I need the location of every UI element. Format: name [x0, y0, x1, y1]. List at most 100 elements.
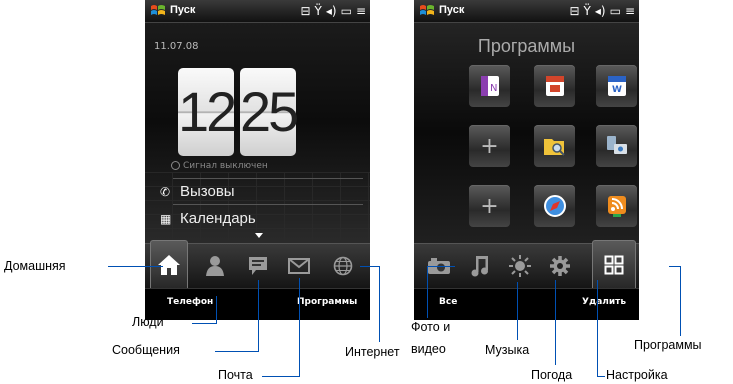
- softkey-programs[interactable]: Программы: [297, 297, 357, 307]
- tab-music[interactable]: [462, 244, 498, 288]
- activesync-tile[interactable]: [596, 125, 637, 167]
- softkey-phone[interactable]: Телефон: [167, 297, 213, 307]
- battery-icon[interactable]: ▭: [341, 3, 352, 19]
- divider: [173, 178, 363, 179]
- volume-icon[interactable]: ◂): [595, 3, 606, 19]
- signal-icon[interactable]: Ÿ: [584, 3, 591, 19]
- onenote-tile[interactable]: N: [469, 65, 510, 107]
- softkey-bar: Все Удалить: [414, 288, 639, 320]
- sync-device-icon: [606, 136, 627, 154]
- softkey-delete[interactable]: Удалить: [582, 297, 626, 307]
- phone-handset-icon: ✆: [160, 185, 171, 199]
- volume-icon[interactable]: ◂): [326, 3, 337, 19]
- word-icon: W: [607, 76, 626, 96]
- powerpoint-tile[interactable]: [534, 65, 575, 107]
- calls-row[interactable]: ✆ Вызовы: [160, 183, 235, 200]
- scroll-down-icon[interactable]: [255, 233, 263, 238]
- callout-line: [108, 266, 163, 267]
- calendar-row[interactable]: ▦ Календарь: [160, 210, 256, 227]
- status-bar: Пуск ⊟ Ÿ ◂) ▭ ≡: [414, 0, 639, 23]
- tab-settings[interactable]: [542, 244, 578, 288]
- folder-search-icon: [543, 139, 565, 156]
- callout-line: [597, 280, 598, 376]
- internet-explorer-tile[interactable]: [534, 185, 575, 227]
- sun-icon: [509, 255, 531, 277]
- compass-icon: [543, 195, 566, 217]
- callout-programs: Программы: [634, 338, 702, 352]
- home-screen: Пуск ⊟ Ÿ ◂) ▭ ≡ 11.07.08 12 25 Сигнал вы…: [145, 0, 370, 320]
- callout-line: [597, 376, 605, 377]
- alarm-status[interactable]: Сигнал выключен: [171, 161, 268, 171]
- callout-line: [215, 351, 259, 352]
- connection-icon[interactable]: ⊟: [300, 3, 310, 19]
- grid-icon: [604, 255, 624, 275]
- rss-feed-icon: [607, 196, 626, 217]
- callout-line: [555, 280, 556, 365]
- home-icon: [158, 255, 180, 275]
- globe-icon: [333, 256, 353, 276]
- clock-hour: 12: [178, 68, 237, 156]
- page-title: Программы: [477, 36, 576, 56]
- plus-icon: +: [480, 133, 499, 159]
- start-menu-label[interactable]: Пуск: [439, 4, 464, 16]
- tab-people[interactable]: [197, 244, 233, 288]
- person-icon: [206, 256, 224, 276]
- plus-icon: +: [480, 193, 499, 219]
- tab-programs[interactable]: [592, 240, 636, 289]
- divider: [173, 204, 363, 205]
- programs-screen: Пуск ⊟ Ÿ ◂) ▭ ≡ Программы N W + + Все Уд…: [414, 0, 639, 320]
- callout-home: Домашняя: [4, 259, 66, 273]
- tab-home[interactable]: [150, 240, 188, 289]
- rss-tile[interactable]: [596, 185, 637, 227]
- add-program-tile[interactable]: +: [469, 185, 510, 227]
- word-tile[interactable]: W: [596, 65, 637, 107]
- connection-icon[interactable]: ⊟: [569, 3, 579, 19]
- callout-line: [262, 376, 300, 377]
- tab-weather[interactable]: [502, 244, 538, 288]
- callout-internet: Интернет: [345, 345, 400, 359]
- envelope-icon: [288, 258, 310, 274]
- callout-line: [258, 280, 259, 351]
- gear-icon: [550, 256, 570, 276]
- menu-icon[interactable]: ≡: [625, 3, 635, 19]
- callout-music: Музыка: [485, 343, 530, 357]
- callout-line: [680, 266, 681, 336]
- status-bar: Пуск ⊟ Ÿ ◂) ▭ ≡: [145, 0, 370, 23]
- onenote-icon: N: [480, 76, 499, 96]
- callout-messages: Сообщения: [112, 343, 180, 357]
- calendar-icon: ▦: [160, 212, 172, 226]
- powerpoint-icon: [545, 76, 564, 96]
- callout-line: [299, 278, 300, 376]
- callout-line: [379, 266, 380, 342]
- calendar-label: Календарь: [180, 210, 256, 227]
- file-explorer-tile[interactable]: [534, 125, 575, 167]
- battery-icon[interactable]: ▭: [610, 3, 621, 19]
- date-text: 11.07.08: [154, 41, 199, 52]
- tab-internet[interactable]: [325, 244, 361, 288]
- callout-people: Люди: [132, 315, 164, 329]
- add-program-tile[interactable]: +: [469, 125, 510, 167]
- callout-line: [517, 282, 518, 340]
- windows-logo-icon[interactable]: [419, 4, 435, 18]
- softkey-all[interactable]: Все: [439, 297, 457, 307]
- start-menu-label[interactable]: Пуск: [170, 4, 195, 16]
- calls-label: Вызовы: [180, 183, 235, 200]
- callout-line: [427, 266, 455, 267]
- callout-settings: Настройка: [606, 368, 668, 382]
- message-icon: [249, 257, 267, 275]
- callout-line: [360, 266, 380, 267]
- callout-photo-line1: Фото и: [411, 320, 451, 334]
- clock-minute: 25: [240, 68, 299, 156]
- svg-text:N: N: [490, 83, 497, 94]
- callout-line: [216, 296, 217, 323]
- windows-logo-icon[interactable]: [150, 4, 166, 18]
- alarm-label: Сигнал выключен: [183, 161, 268, 171]
- signal-icon[interactable]: Ÿ: [315, 3, 322, 19]
- callout-line: [192, 323, 217, 324]
- callout-line: [427, 266, 428, 318]
- svg-text:W: W: [612, 85, 622, 95]
- callout-mail: Почта: [218, 368, 253, 382]
- callout-weather: Погода: [531, 368, 573, 382]
- callout-photo-line2: видео: [411, 342, 446, 356]
- menu-icon[interactable]: ≡: [356, 3, 366, 19]
